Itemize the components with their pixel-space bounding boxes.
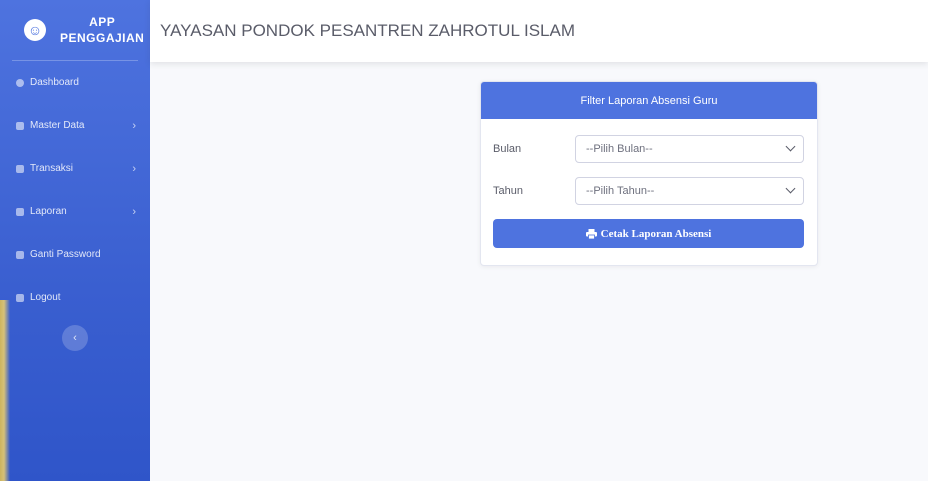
chevron-right-icon: › (132, 119, 136, 132)
cetak-laporan-button[interactable]: Cetak Laporan Absensi (493, 219, 804, 248)
chevron-right-icon: › (132, 205, 136, 218)
sidebar-item-laporan[interactable]: Laporan › (0, 190, 150, 233)
chevron-right-icon: › (132, 162, 136, 175)
printer-icon (585, 228, 597, 239)
sidebar-item-ganti-password[interactable]: Ganti Password (0, 233, 150, 276)
page-title: YAYASAN PONDOK PESANTREN ZAHROTUL ISLAM (160, 21, 576, 40)
sidebar-toggle-button[interactable]: ‹ (62, 325, 88, 351)
lock-icon (16, 250, 24, 259)
dashboard-icon (16, 78, 24, 87)
laugh-icon: ☺ (24, 19, 46, 41)
tahun-label: Tahun (493, 185, 523, 197)
chevron-down-icon (785, 183, 796, 194)
bulan-select-value: --Pilih Bulan-- (586, 143, 653, 155)
database-icon (16, 121, 24, 130)
sidebar-item-dashboard[interactable]: Dashboard (0, 61, 150, 104)
file-icon (16, 207, 24, 216)
topbar: YAYASAN PONDOK PESANTREN ZAHROTUL ISLAM (150, 0, 928, 62)
logout-icon (16, 293, 24, 302)
sidebar-brand[interactable]: ☺ APP PENGGAJIAN (0, 0, 150, 60)
sidebar-item-label: Master Data (30, 120, 85, 131)
sidebar-item-label: Laporan (30, 206, 67, 217)
sidebar: ☺ APP PENGGAJIAN Dashboard Master Data ›… (0, 0, 150, 481)
sidebar-item-master-data[interactable]: Master Data › (0, 104, 150, 147)
tahun-select[interactable]: --Pilih Tahun-- (575, 177, 804, 205)
sidebar-item-label: Transaksi (30, 163, 73, 174)
card-title: Filter Laporan Absensi Guru (580, 94, 718, 107)
sidebar-background-decoration (0, 300, 10, 481)
sidebar-item-label: Logout (30, 292, 61, 303)
cetak-laporan-label: Cetak Laporan Absensi (600, 227, 712, 240)
bulan-row: Bulan --Pilih Bulan-- (493, 135, 804, 163)
sidebar-item-transaksi[interactable]: Transaksi › (0, 147, 150, 190)
bulan-label: Bulan (493, 143, 522, 155)
card-header: Filter Laporan Absensi Guru (481, 82, 817, 119)
chevron-left-icon: ‹ (73, 332, 77, 344)
brand-title: APP PENGGAJIAN (60, 15, 145, 45)
sidebar-item-label: Dashboard (30, 77, 79, 88)
tahun-row: Tahun --Pilih Tahun-- (493, 177, 804, 205)
table-icon (16, 164, 24, 173)
sidebar-item-label: Ganti Password (30, 249, 101, 260)
tahun-select-value: --Pilih Tahun-- (586, 185, 655, 197)
sidebar-item-logout[interactable]: Logout (0, 276, 150, 319)
filter-card: Filter Laporan Absensi Guru Bulan --Pili… (480, 81, 818, 266)
bulan-select[interactable]: --Pilih Bulan-- (575, 135, 804, 163)
chevron-down-icon (785, 141, 796, 152)
